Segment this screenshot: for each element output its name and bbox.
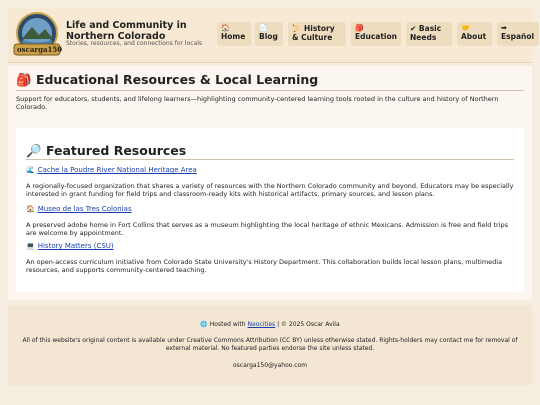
site-footer: 🌐 Hosted with Neocities | © 2025 Oscar A… — [8, 305, 532, 385]
nav-label: Blog — [259, 32, 278, 41]
nav-label: Home — [221, 32, 246, 41]
nav-education[interactable]: 🎒 Education — [351, 22, 401, 46]
resource-description: A preserved adobe home in Fort Collins t… — [26, 221, 509, 237]
neocities-link[interactable]: Neocities — [248, 321, 276, 328]
site-title[interactable]: Life and Community in Northern Colorado — [66, 20, 206, 42]
featured-resources-card: 🔎 Featured Resources 🌊 Cache la Poudre Ri… — [16, 128, 524, 292]
site-subtitle: Stories, resources, and connections for … — [66, 40, 203, 47]
site-header: oscarga150 Life and Community in Norther… — [8, 8, 539, 63]
contact-email[interactable]: oscarga150@yahoo.com — [8, 362, 532, 370]
language-icon: ➡ — [501, 24, 507, 32]
backpack-icon: 🎒 — [355, 24, 364, 32]
nav-label: Español — [501, 32, 535, 41]
resource-name: History Matters (CSU) — [37, 242, 114, 250]
nav-label: Education — [355, 32, 397, 41]
page-intro: Support for educators, students, and lif… — [16, 95, 499, 111]
copyright-text: | © 2025 Oscar Avila — [277, 321, 340, 328]
logo-text: oscarga150 — [17, 45, 63, 54]
page-title-text: Educational Resources & Local Learning — [35, 72, 319, 87]
resource-description: A regionally-focused organization that s… — [26, 182, 514, 198]
main-content: 🎒 Educational Resources & Local Learning… — [8, 66, 532, 300]
featured-title: 🔎 Featured Resources — [26, 143, 186, 159]
scroll-icon: 📜 — [292, 24, 302, 33]
nav-history-culture[interactable]: 📜 History & Culture — [288, 22, 346, 46]
river-icon: 🌊 — [26, 166, 35, 174]
resource-link-museo[interactable]: 🏠 Museo de las Tres Colonias — [26, 205, 132, 213]
resource-link-poudre[interactable]: 🌊 Cache la Poudre River National Heritage… — [26, 166, 197, 174]
nav-basic-needs[interactable]: ✔ Basic Needs — [406, 22, 452, 46]
resource-link-history-matters[interactable]: 💻 History Matters (CSU) — [26, 242, 114, 250]
nav-about[interactable]: 🤝 About — [457, 22, 492, 46]
title-divider — [16, 90, 524, 91]
nav-blog[interactable]: 📄 Blog — [255, 22, 283, 46]
museum-icon: 🏠 — [26, 205, 35, 213]
computer-icon: 💻 — [26, 242, 35, 250]
nav-espanol[interactable]: ➡ Español — [497, 22, 539, 46]
heart-hands-icon: 🤝 — [461, 24, 470, 32]
backpack-icon: 🎒 — [16, 72, 32, 87]
house-icon: 🏠 — [221, 24, 230, 32]
hosting-line: 🌐 Hosted with Neocities | © 2025 Oscar A… — [8, 321, 532, 329]
blog-icon: 📄 — [259, 24, 268, 32]
needs-icon: ✔ — [410, 24, 417, 33]
nav-label: About — [461, 32, 487, 41]
globe-icon: 🌐 — [200, 321, 208, 328]
magnifier-icon: 🔎 — [26, 143, 42, 158]
featured-title-text: Featured Resources — [45, 143, 187, 158]
resource-name: Museo de las Tres Colonias — [37, 205, 132, 213]
hosted-prefix: Hosted with — [209, 321, 246, 328]
resource-description: An open-access curriculum initiative fro… — [26, 258, 503, 274]
resource-name: Cache la Poudre River National Heritage … — [37, 166, 197, 174]
license-text: All of this website's original content i… — [22, 337, 518, 352]
page-title: 🎒 Educational Resources & Local Learning — [16, 72, 318, 88]
nav-home[interactable]: 🏠 Home — [217, 22, 251, 46]
featured-divider — [26, 159, 514, 160]
